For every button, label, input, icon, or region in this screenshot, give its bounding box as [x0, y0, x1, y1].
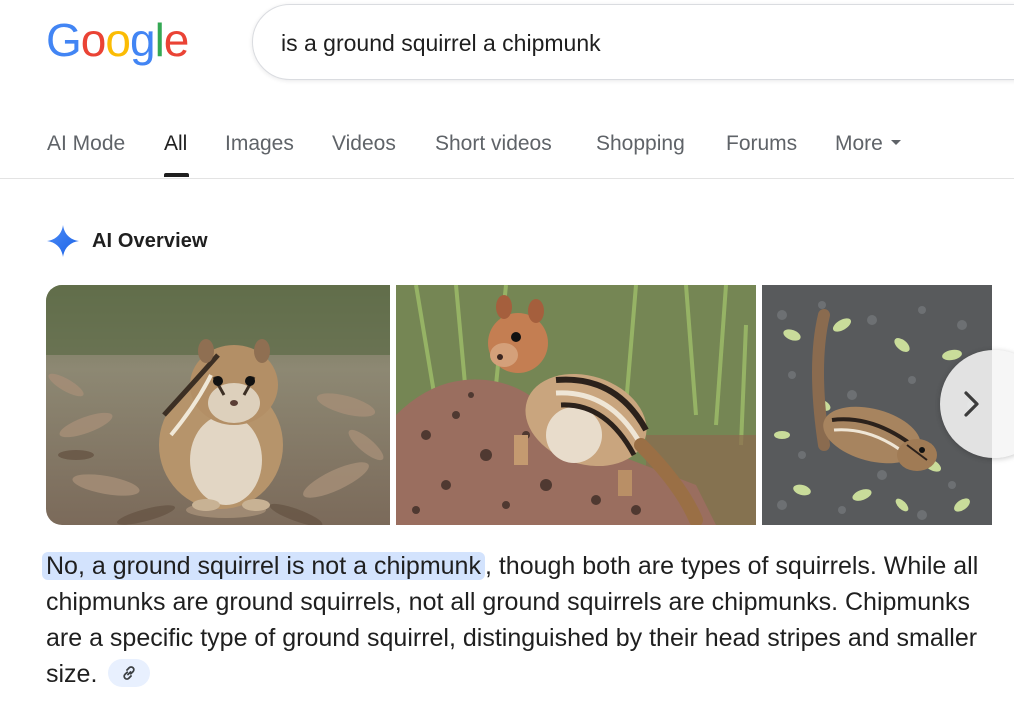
logo-letter: o [105, 14, 131, 66]
caret-down-icon [890, 139, 901, 145]
active-tab-indicator [164, 173, 189, 177]
tab-more[interactable]: More [835, 132, 901, 156]
golden-mantled-ground-squirrel-on-rock-photo[interactable] [396, 285, 756, 525]
logo-letter: e [163, 14, 190, 66]
tab-videos[interactable]: Videos [332, 132, 396, 156]
chevron-right-icon [964, 391, 979, 417]
search-input[interactable] [281, 23, 981, 63]
search-box[interactable] [252, 4, 1014, 80]
search-tabs: AI Mode All Images Videos Short videos S… [0, 118, 1014, 179]
ai-overview-label: AI Overview [92, 230, 208, 252]
tab-shopping[interactable]: Shopping [596, 132, 685, 156]
link-icon [123, 666, 136, 681]
ai-overview-answer: No, a ground squirrel is not a chipmunk,… [42, 548, 1001, 692]
answer-highlight: No, a ground squirrel is not a chipmunk [42, 552, 485, 580]
tab-all[interactable]: All [164, 132, 187, 156]
logo-letter: G [46, 14, 82, 66]
logo-letter: o [80, 14, 107, 66]
tab-ai-mode[interactable]: AI Mode [47, 132, 125, 156]
tab-more-label: More [835, 132, 883, 155]
tab-short-videos[interactable]: Short videos [435, 132, 552, 156]
sparkle-icon [47, 225, 79, 257]
google-logo[interactable]: Google [46, 14, 190, 66]
tab-forums[interactable]: Forums [726, 132, 797, 156]
tab-images[interactable]: Images [225, 132, 294, 156]
citation-link-button[interactable] [108, 659, 151, 688]
logo-letter: l [154, 14, 165, 66]
logo-letter: g [129, 14, 156, 66]
chipmunk-on-wood-chips-photo[interactable] [46, 285, 390, 525]
